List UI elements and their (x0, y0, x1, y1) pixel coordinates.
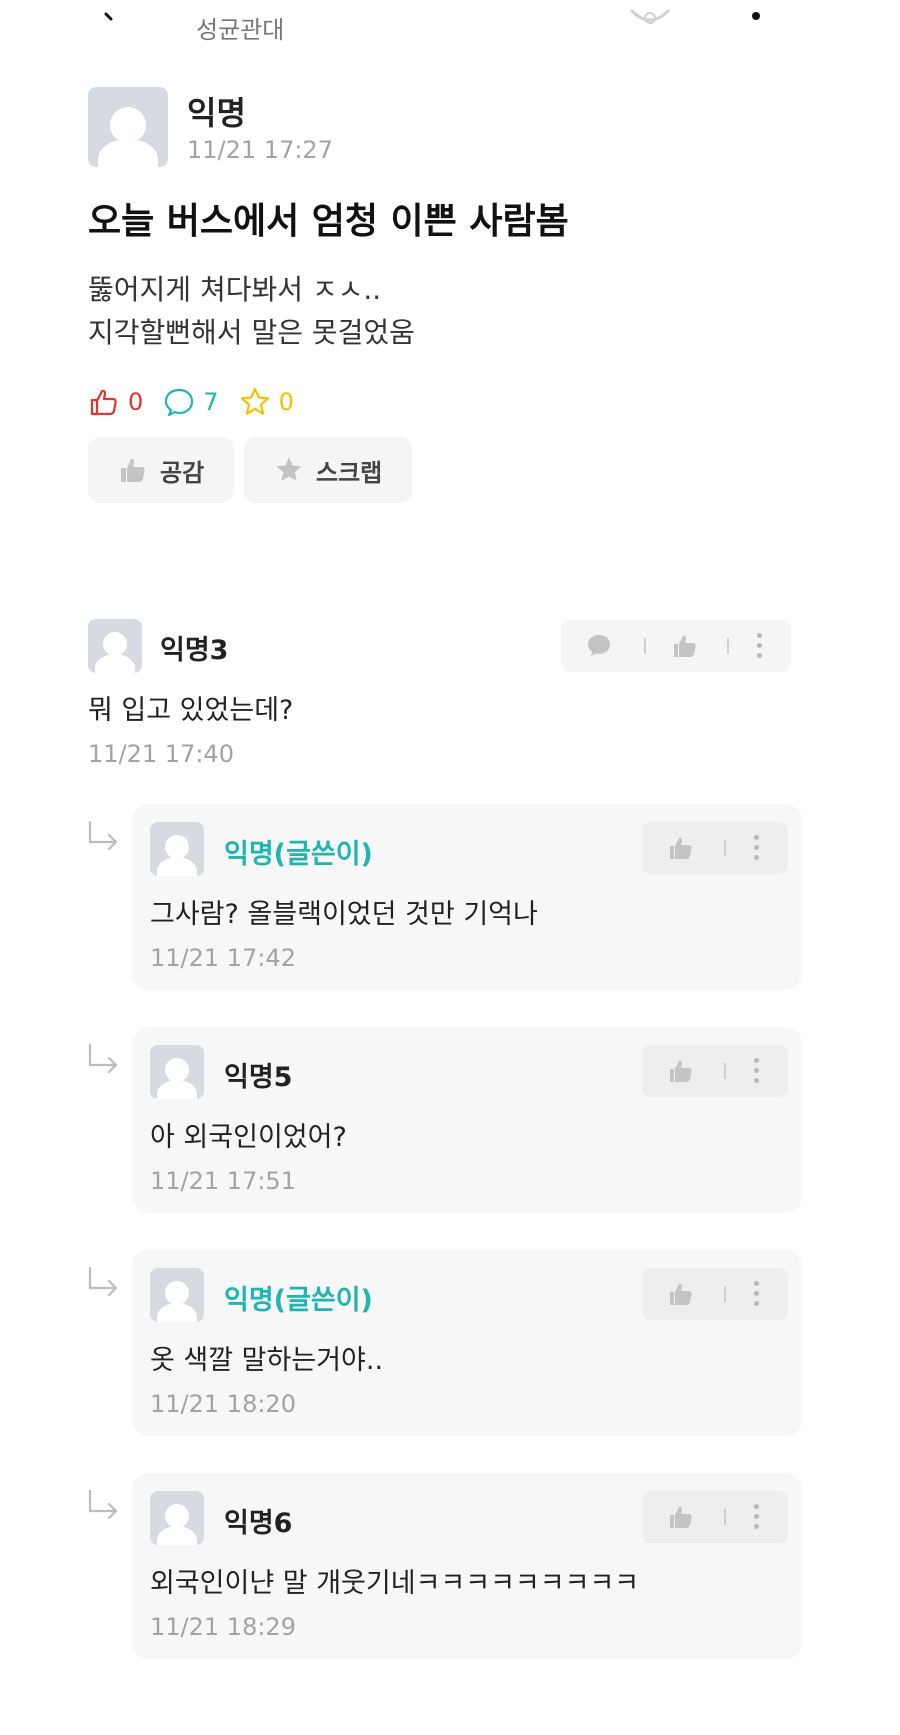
like-count: 0 (88, 386, 143, 418)
avatar (150, 1491, 204, 1545)
like-button[interactable]: 공감 (88, 437, 234, 503)
comment-time: 11/21 18:20 (150, 1390, 296, 1418)
post-stats: 0 7 0 (88, 382, 314, 422)
comment-author: 익명(글쓴이) (224, 839, 373, 870)
separator (724, 1286, 726, 1302)
speech-bubble-icon[interactable] (586, 633, 612, 659)
back-icon[interactable] (100, 8, 118, 26)
comment-text: 뭐 입고 있었는데? (88, 695, 294, 726)
separator (724, 840, 726, 856)
scrap-button[interactable]: 스크랩 (244, 437, 412, 503)
separator (727, 638, 729, 654)
thumbs-up-icon[interactable] (668, 1058, 694, 1084)
thumbs-up-icon[interactable] (668, 835, 694, 861)
like-count-value: 0 (128, 388, 144, 416)
reply-arrow-icon (88, 1043, 118, 1074)
comment-author: 익명3 (160, 635, 229, 666)
menu-icon[interactable] (752, 12, 760, 20)
thumbs-up-icon (90, 389, 117, 416)
more-vertical-icon[interactable] (754, 1281, 760, 1307)
comment-author: 익명6 (224, 1508, 293, 1539)
post-time: 11/21 17:27 (187, 136, 333, 164)
post-body: 뚫어지게 쳐다봐서 ㅈㅅ.. 지각할뻔해서 말은 못걸었움 (88, 268, 415, 354)
reply-arrow-icon (88, 1266, 118, 1297)
speech-bubble-icon (165, 388, 194, 417)
more-vertical-icon[interactable] (754, 1504, 760, 1530)
post-author: 익명 (187, 94, 246, 132)
avatar (150, 1268, 204, 1322)
reply-comment: 익명6 외국인이냔 말 개웃기네ㅋㅋㅋㅋㅋㅋㅋㅋㅋ 11/21 18:29 (132, 1473, 802, 1659)
avatar (88, 619, 142, 673)
thumbs-up-icon[interactable] (668, 1504, 694, 1530)
comment-time: 11/21 17:51 (150, 1167, 296, 1195)
avatar (150, 822, 204, 876)
comment-count-value: 7 (203, 388, 219, 416)
thumbs-up-icon[interactable] (672, 633, 698, 659)
comment-actions (642, 1268, 788, 1320)
comment-count: 7 (163, 386, 219, 418)
comment-time: 11/21 18:29 (150, 1613, 296, 1641)
comment-time: 11/21 17:42 (150, 944, 296, 972)
reply-arrow-icon (88, 820, 118, 851)
scrap-count-value: 0 (278, 388, 294, 416)
comment-time: 11/21 17:40 (88, 740, 234, 768)
reply-comment: 익명5 아 외국인이었어? 11/21 17:51 (132, 1027, 802, 1213)
comment-actions (561, 620, 791, 672)
comment-author: 익명(글쓴이) (224, 1285, 373, 1316)
comment-text: 외국인이냔 말 개웃기네ㅋㅋㅋㅋㅋㅋㅋㅋㅋ (150, 1568, 640, 1599)
more-vertical-icon[interactable] (757, 633, 763, 659)
separator (724, 1063, 726, 1079)
star-icon (240, 387, 269, 415)
more-vertical-icon[interactable] (754, 1058, 760, 1084)
comment-actions (642, 1491, 788, 1543)
avatar (88, 87, 168, 167)
reply-arrow-icon (88, 1489, 118, 1520)
comment-actions (642, 1045, 788, 1097)
scrap-button-label: 스크랩 (316, 458, 383, 487)
star-icon (276, 457, 302, 481)
post-body-line: 뚫어지게 쳐다봐서 ㅈㅅ.. (88, 273, 382, 306)
top-bar: 성균관대 (0, 0, 900, 48)
avatar (150, 1045, 204, 1099)
thumbs-up-icon (121, 458, 145, 482)
separator (724, 1509, 726, 1525)
thumbs-up-icon[interactable] (668, 1281, 694, 1307)
more-vertical-icon[interactable] (754, 835, 760, 861)
comment-text: 아 외국인이었어? (150, 1122, 347, 1153)
post-title: 오늘 버스에서 엄청 이쁜 사람봄 (88, 201, 569, 242)
scrap-count: 0 (239, 386, 294, 418)
comment-actions (642, 822, 788, 874)
separator (644, 638, 646, 654)
board-name: 성균관대 (196, 16, 285, 44)
comment-text: 그사람? 올블랙이었던 것만 기억나 (150, 899, 538, 930)
reply-comment: 익명(글쓴이) 그사람? 올블랙이었던 것만 기억나 11/21 17:42 (132, 804, 802, 990)
notification-icon[interactable] (625, 6, 675, 28)
reply-comment: 익명(글쓴이) 옷 색깔 말하는거야.. 11/21 18:20 (132, 1250, 802, 1436)
comment-text: 옷 색깔 말하는거야.. (150, 1345, 384, 1376)
post-body-line: 지각할뻔해서 말은 못걸었움 (88, 316, 415, 349)
comment-author: 익명5 (224, 1062, 293, 1093)
like-button-label: 공감 (160, 458, 205, 487)
